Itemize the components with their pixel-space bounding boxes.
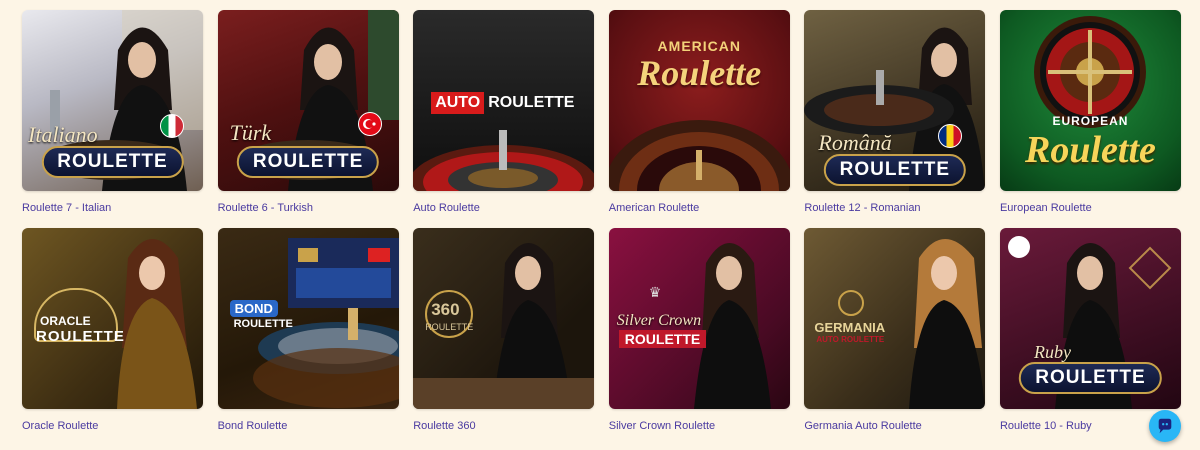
game-title[interactable]: Bond Roulette: [218, 418, 399, 434]
game-card[interactable]: Türk ROULETTE Roulette 6 - Turkish: [217, 10, 399, 216]
logo-roulette: ROULETTE: [233, 318, 293, 330]
game-title[interactable]: Roulette 360: [413, 418, 594, 434]
game-title[interactable]: European Roulette: [1000, 200, 1181, 216]
turkey-flag-icon: [357, 112, 382, 136]
logo-germania: GERMANIA: [814, 320, 886, 335]
game-title[interactable]: Silver Crown Roulette: [609, 418, 790, 434]
game-thumbnail[interactable]: 360 ROULETTE: [413, 228, 595, 409]
chat-bubble-icon: [1158, 418, 1172, 434]
logo-oracle: ORACLE: [40, 314, 91, 328]
logo-auto-roulette: AUTO ROULETTE: [816, 335, 885, 344]
logo-roulette: ROULETTE: [425, 322, 474, 332]
game-card[interactable]: Română ROULETTE Roulette 12 - Romanian: [804, 10, 986, 216]
logo-360: 360: [431, 300, 460, 319]
game-card[interactable]: ♛ Silver Crown ROULETTE Silver Crown Rou…: [608, 228, 790, 434]
logo-badge: ROULETTE: [41, 146, 184, 178]
logo-badge: ROULETTE: [1019, 362, 1162, 394]
italy-flag-icon: [160, 114, 184, 138]
game-thumbnail[interactable]: Italiano ROULETTE: [22, 10, 203, 191]
game-card[interactable]: GERMANIA AUTO ROULETTE Germania Auto Rou…: [804, 228, 986, 434]
logo-badge: ROULETTE: [236, 146, 380, 178]
provider-badge-icon: [1007, 236, 1030, 258]
game-title[interactable]: Roulette 7 - Italian: [22, 200, 203, 216]
logo-script: Română: [818, 130, 892, 155]
game-title[interactable]: Roulette 6 - Turkish: [218, 200, 399, 216]
game-thumbnail[interactable]: EUROPEAN Roulette: [999, 10, 1181, 191]
game-title[interactable]: American Roulette: [609, 200, 790, 216]
logo-script: Türk: [229, 120, 272, 145]
game-thumbnail[interactable]: ♛ Silver Crown ROULETTE: [608, 228, 790, 409]
game-title[interactable]: Germania Auto Roulette: [804, 418, 985, 434]
game-card[interactable]: EUROPEAN Roulette European Roulette: [999, 10, 1181, 216]
game-thumbnail[interactable]: AMERICAN Roulette: [608, 10, 790, 191]
game-thumbnail[interactable]: Română ROULETTE: [804, 10, 986, 191]
logo-script: Ruby: [1033, 342, 1071, 362]
game-thumbnail[interactable]: ORACLE ROULETTE: [22, 228, 203, 409]
logo-european: EUROPEAN: [1052, 114, 1129, 128]
game-grid: Italiano ROULETTE Roulette 7 - Italian T…: [22, 10, 1181, 434]
logo-bond: BOND: [229, 300, 278, 317]
logo-roulette: Roulette: [1025, 129, 1156, 171]
dealer-image: [909, 239, 986, 409]
game-card[interactable]: 360 ROULETTE Roulette 360: [413, 228, 595, 434]
game-thumbnail[interactable]: Ruby ROULETTE: [999, 228, 1181, 409]
logo-roulette: ROULETTE: [488, 94, 575, 111]
game-thumbnail[interactable]: Türk ROULETTE: [217, 10, 399, 191]
logo-auto: AUTO: [431, 92, 485, 114]
game-title[interactable]: Roulette 12 - Romanian: [804, 200, 985, 216]
game-card[interactable]: BOND ROULETTE Bond Roulette: [217, 228, 399, 434]
game-title[interactable]: Auto Roulette: [413, 200, 594, 216]
logo-script: Italiano: [28, 122, 98, 147]
game-card[interactable]: Ruby ROULETTE Roulette 10 - Ruby: [999, 228, 1181, 434]
game-card[interactable]: Italiano ROULETTE Roulette 7 - Italian: [22, 10, 203, 216]
game-thumbnail[interactable]: GERMANIA AUTO ROULETTE: [804, 228, 986, 409]
logo-roulette: ROULETTE: [618, 330, 707, 348]
chat-button[interactable]: [1149, 410, 1181, 442]
logo-roulette: Roulette: [637, 53, 762, 93]
game-card[interactable]: AMERICAN Roulette American Roulette: [608, 10, 790, 216]
game-thumbnail[interactable]: BOND ROULETTE: [217, 228, 399, 409]
game-card[interactable]: ORACLE ROULETTE Oracle Roulette: [22, 228, 203, 434]
game-card[interactable]: AUTO ROULETTE Auto Roulette: [413, 10, 595, 216]
logo-badge: ROULETTE: [823, 154, 967, 186]
game-title[interactable]: Oracle Roulette: [22, 418, 203, 434]
auto-roulette-logo: AUTO ROULETTE: [431, 92, 574, 114]
logo-roulette: ROULETTE: [36, 328, 125, 345]
game-thumbnail[interactable]: AUTO ROULETTE: [413, 10, 595, 191]
logo-silver-crown: Silver Crown: [616, 312, 702, 329]
crown-icon: ♛: [648, 284, 662, 300]
